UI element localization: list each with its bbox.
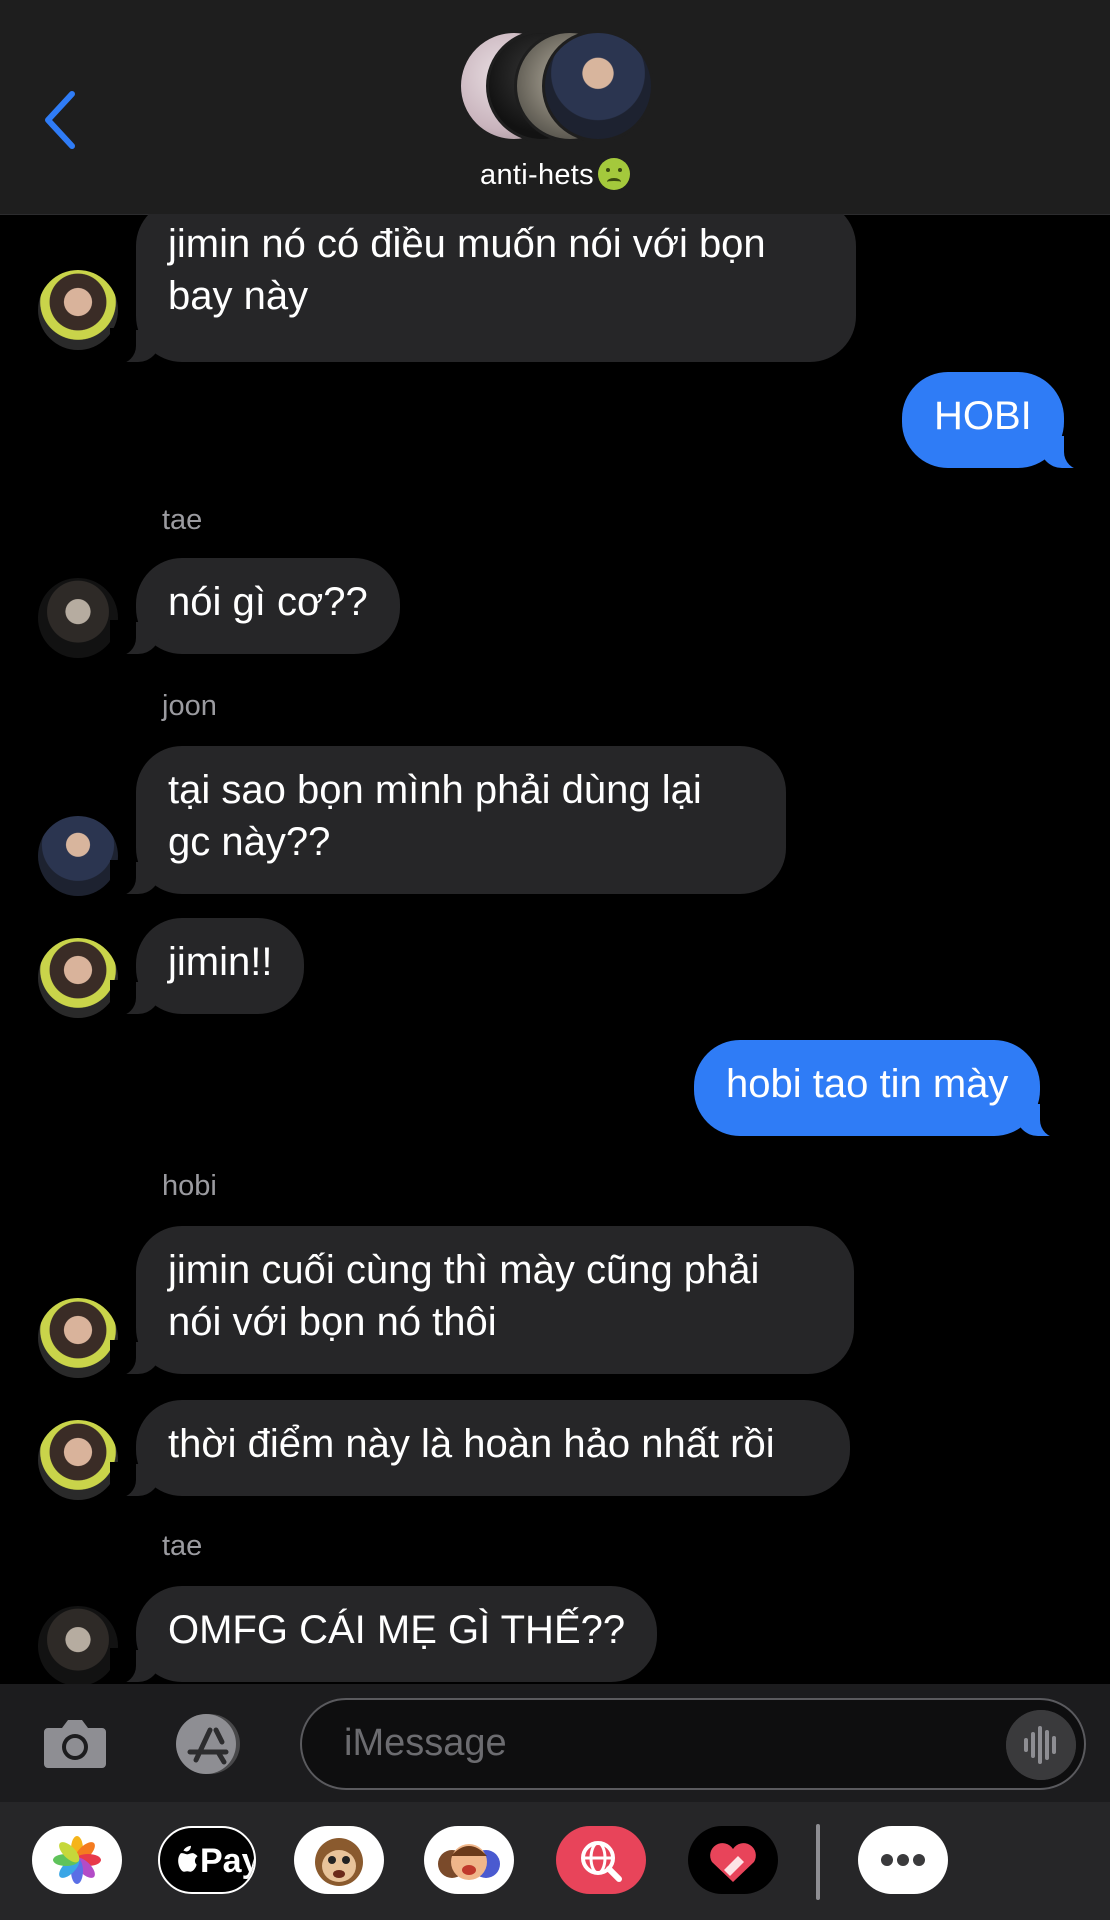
drawer-divider	[816, 1824, 820, 1900]
avatar[interactable]	[38, 1420, 118, 1500]
web-search-icon[interactable]	[556, 1826, 646, 1894]
message-bubble[interactable]: jimin nó có điều muốn nói với bọn bay nà…	[110, 214, 856, 364]
message-bubble[interactable]: jimin cuối cùng thì mày cũng phải nói vớ…	[110, 1226, 854, 1376]
nauseated-face-emoji	[597, 158, 630, 190]
message-bubble-sent[interactable]: hobi tao tin mày	[694, 1040, 1067, 1138]
group-name: anti-hets	[480, 159, 594, 191]
group-title[interactable]: anti-hets	[0, 158, 1110, 192]
photos-icon[interactable]	[32, 1826, 122, 1894]
avatar[interactable]	[38, 816, 118, 896]
avatar[interactable]	[38, 578, 118, 658]
apple-pay-label: Pay	[200, 1842, 256, 1880]
compose-bar: iMessage	[0, 1684, 1110, 1802]
audio-waveform-icon[interactable]	[1006, 1710, 1076, 1780]
app-drawer: Pay	[0, 1802, 1110, 1920]
group-member-avatar	[542, 30, 654, 142]
avatar[interactable]	[38, 938, 118, 1018]
sender-name: hobi	[162, 1170, 217, 1202]
message-bubble-sent[interactable]: HOBI	[902, 372, 1090, 470]
more-icon[interactable]	[858, 1826, 948, 1894]
animoji-icon[interactable]	[294, 1826, 384, 1894]
chevron-left-icon[interactable]	[38, 84, 86, 156]
message-bubble[interactable]: OMFG CÁI MẸ GÌ THẾ??	[109, 1586, 658, 1684]
message-bubble[interactable]: nói gì cơ??	[110, 558, 400, 656]
message-input-placeholder: iMessage	[344, 1722, 507, 1764]
conversation-header: anti-hets	[0, 0, 1110, 215]
group-avatar-stack[interactable]	[458, 30, 654, 146]
apple-pay-icon[interactable]: Pay	[158, 1826, 256, 1894]
sender-name: joon	[162, 690, 217, 722]
message-bubble[interactable]: jimin!!	[109, 918, 305, 1016]
avatar[interactable]	[38, 270, 118, 350]
digital-touch-icon[interactable]	[688, 1826, 778, 1894]
camera-icon[interactable]	[42, 1714, 108, 1772]
message-input[interactable]: iMessage	[300, 1698, 1086, 1790]
sender-name: tae	[162, 1530, 203, 1562]
avatar[interactable]	[38, 1298, 118, 1378]
sender-name: tae	[162, 504, 203, 536]
app-store-icon[interactable]	[170, 1712, 254, 1776]
message-thread[interactable]: jimin nó có điều muốn nói với bọn bay nà…	[0, 214, 1110, 1684]
memoji-icon[interactable]	[424, 1826, 514, 1894]
avatar[interactable]	[38, 1606, 118, 1684]
message-bubble[interactable]: tại sao bọn mình phải dùng lại gc này??	[110, 746, 786, 896]
message-bubble[interactable]: thời điểm này là hoàn hảo nhất rồi	[110, 1400, 850, 1498]
